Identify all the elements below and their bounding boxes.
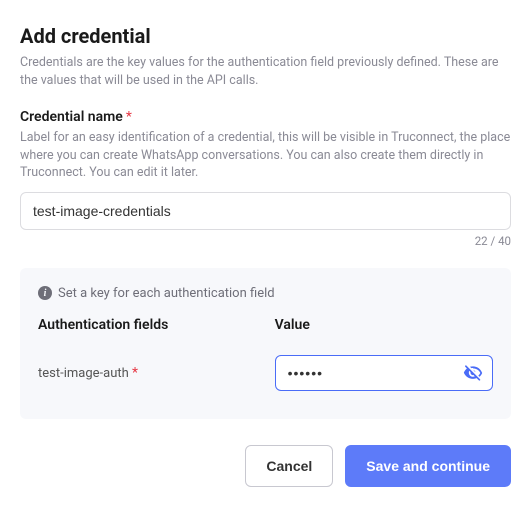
page-title: Add credential — [20, 24, 511, 48]
eye-off-icon — [463, 363, 483, 383]
toggle-visibility-button[interactable] — [461, 361, 485, 385]
cancel-button[interactable]: Cancel — [245, 445, 333, 487]
save-and-continue-button[interactable]: Save and continue — [345, 445, 511, 487]
required-star-icon: * — [126, 109, 132, 125]
info-icon: i — [38, 286, 52, 300]
auth-field-name: test-image-auth — [38, 366, 129, 381]
char-counter: 22 / 40 — [20, 234, 511, 248]
value-column-header: Value — [275, 317, 493, 333]
required-star-icon: * — [132, 365, 138, 381]
credential-name-input[interactable] — [20, 192, 511, 230]
auth-fields-panel: i Set a key for each authentication fiel… — [20, 268, 511, 419]
auth-fields-column-header: Authentication fields — [38, 317, 275, 333]
auth-field-row: test-image-auth * — [38, 355, 493, 391]
auth-info-text: Set a key for each authentication field — [58, 286, 275, 301]
page-subtitle: Credentials are the key values for the a… — [20, 54, 511, 89]
credential-name-label: Credential name — [20, 109, 123, 125]
credential-name-help: Label for an easy identification of a cr… — [20, 129, 511, 182]
